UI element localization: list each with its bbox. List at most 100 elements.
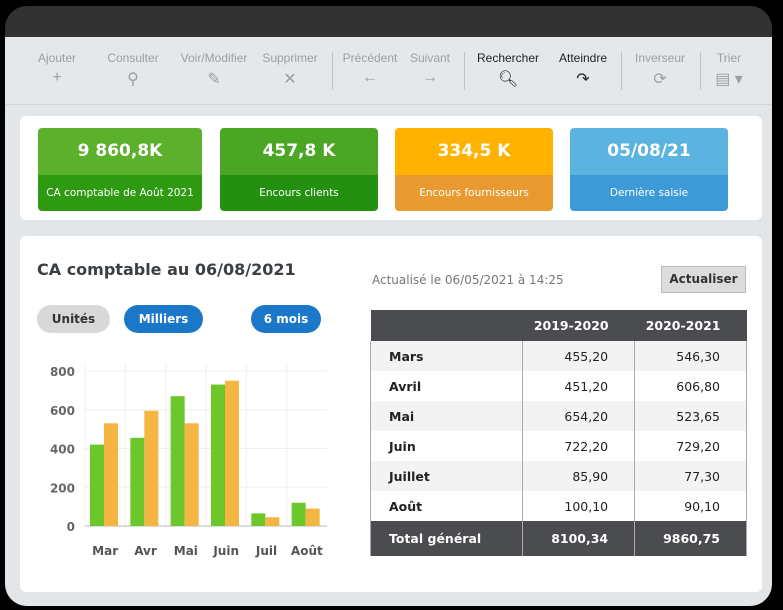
bar-juil	[251, 513, 266, 526]
bar-avr	[144, 410, 159, 526]
table-row: Mai 654,20 523,65	[369, 401, 747, 431]
bar-mai	[184, 423, 199, 526]
y-tick-label: 600	[50, 404, 75, 418]
kpi-card[interactable]: 9 860,8K CA comptable de Août 2021	[38, 128, 202, 211]
total-cell: 9860,75	[634, 521, 747, 556]
toolbar-label: Consulter	[107, 51, 159, 65]
kpi-card[interactable]: 457,8 K Encours clients	[220, 128, 378, 211]
toolbar-label: Suivant	[409, 51, 451, 65]
app-window: Ajouter + Consulter ⚲ Voir/Modifier ✎ Supprime…	[5, 6, 772, 606]
table-row: Juin 722,20 729,20	[369, 431, 747, 461]
month-cell: Juillet	[369, 461, 524, 491]
refresh-icon: ⟳	[653, 71, 667, 88]
toolbar: Ajouter + Consulter ⚲ Voir/Modifier ✎ Supprime…	[5, 37, 772, 105]
value-cell: 451,20	[522, 371, 636, 401]
bar-juin	[225, 380, 239, 526]
value-cell: 100,10	[522, 491, 636, 521]
document-dropdown-icon: ▤ ▾	[715, 71, 743, 88]
app-body: Ajouter + Consulter ⚲ Voir/Modifier ✎ Supprime…	[5, 37, 772, 606]
kpi-value: 457,8 K	[220, 128, 378, 175]
bar-juil	[265, 517, 280, 526]
kpi-label: Encours fournisseurs	[395, 175, 553, 211]
toolbar-button-supprimer[interactable]: Supprimer ✕	[258, 51, 322, 89]
toolbar-button-suivant[interactable]: Suivant →	[405, 51, 455, 87]
y-tick-label: 200	[50, 481, 75, 495]
toolbar-label: Ajouter	[37, 51, 77, 65]
bar-juin	[211, 384, 225, 526]
x-tick-label: Juin	[212, 544, 239, 558]
toolbar-separator	[332, 52, 333, 90]
kpi-label: CA comptable de Août 2021	[38, 175, 202, 211]
value-cell: 455,20	[522, 341, 636, 371]
toolbar-button-trier[interactable]: Trier ▤ ▾	[713, 51, 745, 89]
value-cell: 606,80	[634, 371, 747, 401]
bar-août	[305, 508, 320, 526]
table-row: Juillet 85,90 77,30	[369, 461, 747, 491]
toolbar-button-rechercher[interactable]: Rechercher 🔍︎	[473, 51, 543, 89]
bar-mai	[170, 396, 185, 526]
kpi-card[interactable]: 05/08/21 Dernière saisie	[570, 128, 728, 211]
bar-mar	[90, 444, 104, 526]
toolbar-button-voirmodifier[interactable]: Voir/Modifier ✎	[175, 51, 253, 89]
y-tick-label: 800	[50, 365, 75, 379]
kpi-panel: 9 860,8K CA comptable de Août 2021 457,8 K…	[20, 116, 762, 220]
toolbar-label: Précédent	[342, 51, 398, 65]
table-row: Août 100,10 90,10	[369, 491, 747, 521]
y-tick-label: 400	[50, 443, 75, 457]
total-label: Total général	[369, 521, 524, 556]
month-cell: Juin	[369, 431, 524, 461]
search-icon: ⚲	[127, 71, 139, 88]
kpi-value: 334,5 K	[395, 128, 553, 175]
month-cell: Août	[369, 491, 524, 521]
toolbar-separator	[464, 52, 465, 90]
value-cell: 722,20	[522, 431, 636, 461]
search-icon: 🔍︎	[497, 71, 519, 88]
total-cell: 8100,34	[522, 521, 636, 556]
arrow-right-icon: →	[422, 69, 438, 86]
toolbar-label: Supprimer	[262, 51, 318, 65]
units-toggle[interactable]: Unités	[37, 305, 110, 333]
toolbar-button-inverseur[interactable]: Inverseur ⟳	[631, 51, 689, 89]
data-table: 2019-2020 2020-2021 Mars 455,20 546,30 Avri…	[369, 310, 747, 556]
value-cell: 77,30	[634, 461, 747, 491]
toolbar-label: Atteindre	[558, 51, 608, 65]
bar-chart: 0 200 400 600 800 Mar Avr Mai Juin Juil Août	[50, 363, 327, 558]
refresh-button[interactable]: Actualiser	[661, 266, 746, 293]
pencil-icon: ✎	[207, 71, 221, 88]
toolbar-label: Inverseur	[634, 51, 686, 65]
kpi-card[interactable]: 334,5 K Encours fournisseurs	[395, 128, 553, 211]
header-cell: 2020-2021	[634, 310, 747, 341]
kpi-value: 9 860,8K	[38, 128, 202, 175]
value-cell: 523,65	[634, 401, 747, 431]
arrow-left-icon: ←	[362, 69, 378, 86]
toolbar-label: Voir/Modifier	[180, 51, 248, 65]
toolbar-button-consulter[interactable]: Consulter ⚲	[102, 51, 164, 89]
thousands-toggle[interactable]: Milliers	[124, 305, 203, 333]
total-row: Total général 8100,34 9860,75	[369, 521, 747, 556]
toolbar-label: Rechercher	[476, 51, 540, 65]
month-cell: Avril	[369, 371, 524, 401]
x-tick-label: Juil	[255, 544, 277, 558]
value-cell: 85,90	[522, 461, 636, 491]
period-toggle[interactable]: 6 mois	[251, 305, 321, 333]
table-row: Avril 451,20 606,80	[369, 371, 747, 401]
y-tick-label: 0	[67, 520, 75, 534]
x-tick-label: Avr	[134, 544, 157, 558]
toolbar-button-atteindre[interactable]: Atteindre ↷	[554, 51, 612, 89]
x-tick-label: Mar	[92, 544, 118, 558]
toolbar-button-prcdent[interactable]: Précédent ←	[339, 51, 401, 87]
bar-mar	[104, 423, 118, 526]
last-updated: Actualisé le 06/05/2021 à 14:25	[372, 273, 564, 287]
kpi-label: Encours clients	[220, 175, 378, 211]
toolbar-separator	[700, 52, 701, 90]
plus-icon: +	[52, 69, 62, 86]
table-row: Mars 455,20 546,30	[369, 341, 747, 371]
toolbar-button-ajouter[interactable]: Ajouter +	[37, 51, 77, 87]
close-icon: ✕	[283, 71, 297, 88]
kpi-label: Dernière saisie	[570, 175, 728, 211]
month-cell: Mai	[369, 401, 524, 431]
header-cell	[370, 310, 523, 341]
bar-août	[291, 502, 306, 526]
x-tick-label: Mai	[174, 544, 198, 558]
value-cell: 654,20	[522, 401, 636, 431]
